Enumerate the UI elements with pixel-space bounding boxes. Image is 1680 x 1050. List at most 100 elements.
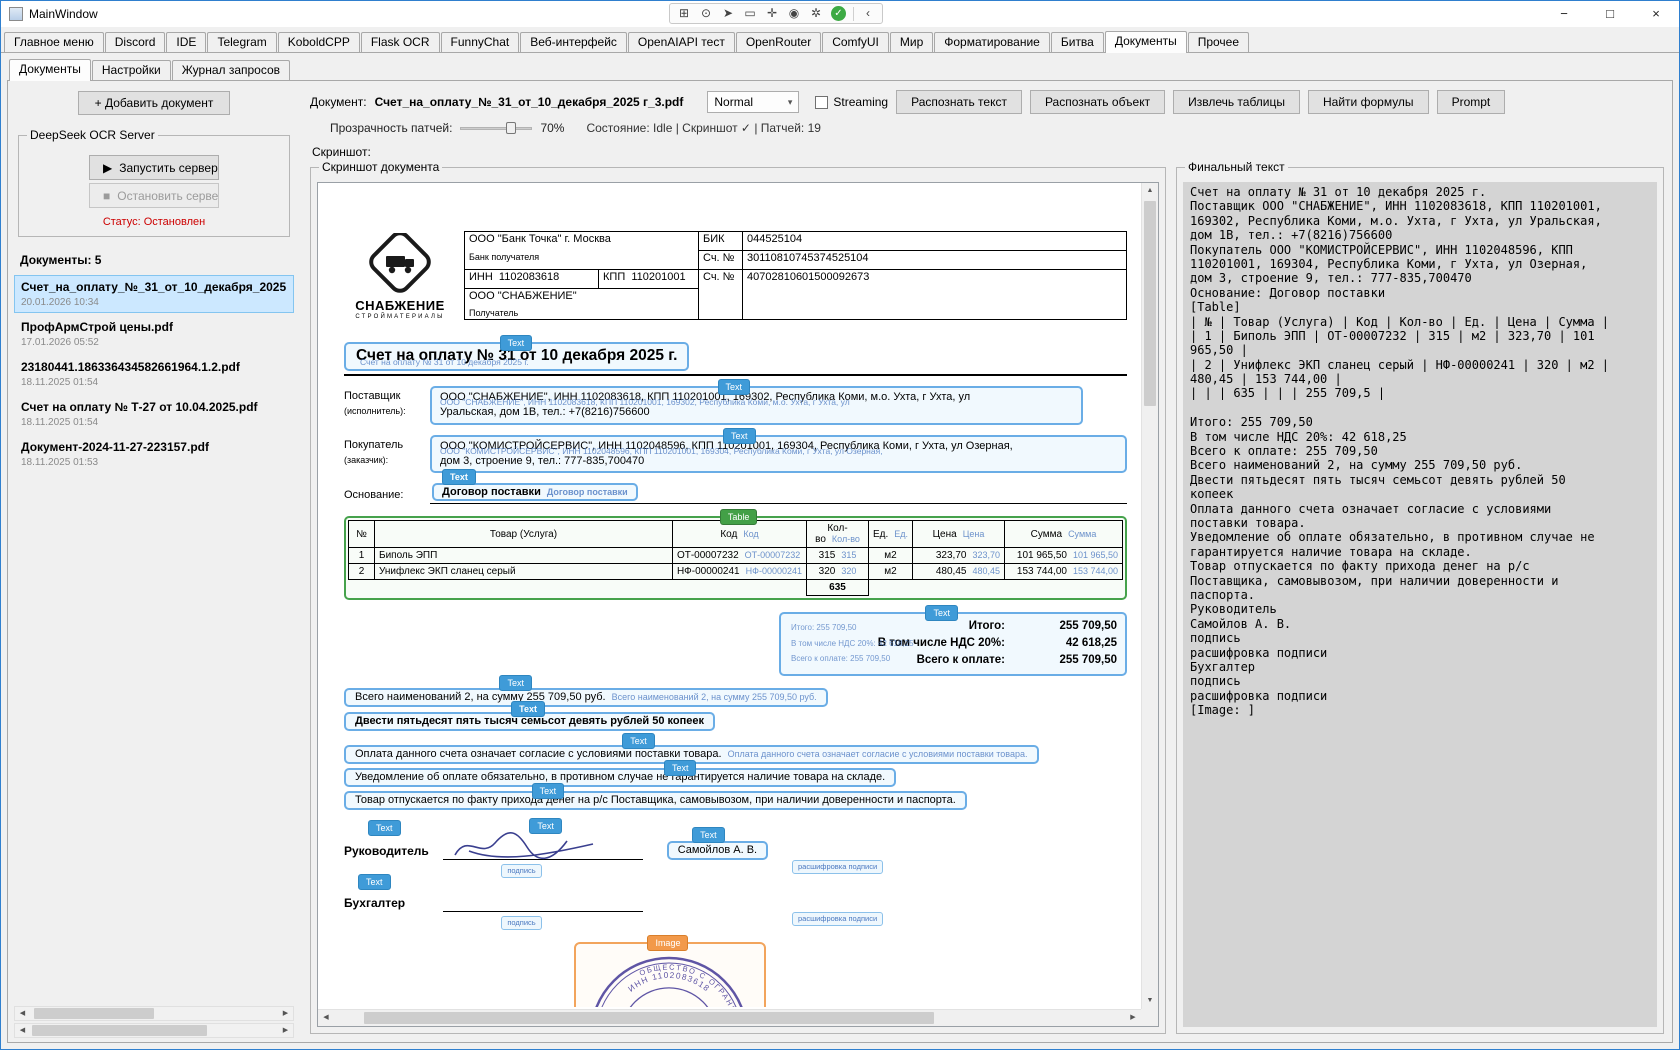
mode-dropdown[interactable]: Normal ▾ (707, 91, 800, 113)
play-icon: ▶ (103, 160, 113, 175)
scrollbar-thumb[interactable] (1144, 201, 1156, 406)
scroll-right-icon[interactable]: ▶ (1125, 1010, 1141, 1026)
opacity-value: 70% (540, 121, 565, 135)
bank-details-block: СНАБЖЕНИЕ СТРОЙМАТЕРИАЛЫ ООО "Банк Точка… (344, 231, 1127, 320)
scroll-right-icon[interactable]: ▶ (278, 1024, 293, 1037)
main-tab-12[interactable]: Форматирование (934, 32, 1050, 52)
document-preview-page: СНАБЖЕНИЕ СТРОЙМАТЕРИАЛЫ ООО "Банк Точка… (322, 185, 1137, 1007)
document-name: ПрофАрмСтрой цены.pdf (21, 320, 173, 334)
screenshot-label: Скриншот: (312, 145, 371, 159)
supplier-label: Поставщик (344, 390, 401, 402)
main-tab-4[interactable]: KoboldCPP (277, 32, 360, 52)
region-select-icon[interactable]: ▭ (740, 4, 760, 23)
minimize-button[interactable]: − (1541, 1, 1587, 27)
stop-server-button[interactable]: ■ Остановить серве (89, 183, 219, 208)
server-group-title: DeepSeek OCR Server (27, 128, 158, 142)
sub-tab-settings[interactable]: Настройки (91, 60, 171, 80)
bik-label-cell: БИК (698, 231, 743, 251)
slider-groove (460, 127, 533, 130)
streaming-checkbox[interactable] (815, 95, 829, 109)
prompt-button[interactable]: Prompt (1436, 90, 1506, 114)
director-name: Text Самойлов А. В. (666, 827, 769, 861)
amount-in-words: Text Двести пятьдесят пять тысяч семьсот… (344, 701, 1127, 732)
bik-value-cell: 044525104 (742, 231, 1127, 251)
conditions-block: Text Оплата данного счета означает согла… (344, 733, 1127, 811)
summary-block: Text Всего наименований 2, на сумму 255 … (344, 675, 1127, 732)
main-tab-13[interactable]: Битва (1050, 32, 1104, 52)
bank-details-table: ООО "Банк Точка" г. Москва БИК 044525104… (464, 231, 1127, 320)
scrollbar-thumb[interactable] (364, 1012, 934, 1024)
ocr-text-badge: Text (368, 820, 401, 837)
kpp-cell: КПП 110201001 (598, 269, 699, 289)
list-horizontal-scrollbar[interactable]: ◀ ▶ (14, 1006, 294, 1021)
camera-icon[interactable]: ⊙ (696, 4, 716, 23)
main-tab-5[interactable]: Flask OCR (360, 32, 440, 52)
ocr-text-badge: Text (717, 379, 751, 395)
accountant-signature-row: Text Бухгалтер подпись расшифровка подпи… (344, 874, 1127, 931)
ocr-text-badge: Text (692, 827, 725, 844)
main-tab-6[interactable]: FunnyChat (440, 32, 520, 52)
main-tab-15[interactable]: Прочее (1187, 32, 1250, 52)
supplier-logo: СНАБЖЕНИЕ СТРОЙМАТЕРИАЛЫ (344, 231, 456, 320)
documents-count: Документы: 5 (20, 253, 102, 267)
preview-horizontal-scrollbar[interactable]: ◀ ▶ (318, 1009, 1141, 1026)
start-server-button[interactable]: ▶ Запустить сервер (89, 155, 219, 180)
main-tab-documents[interactable]: Документы (1104, 31, 1187, 53)
scroll-left-icon[interactable]: ◀ (15, 1007, 30, 1020)
patch-opacity-row: Прозрачность патчей: 70% Состояние: Idle… (310, 117, 1664, 139)
inn-cell: ИНН 1102083618 (464, 269, 599, 289)
scroll-up-icon[interactable]: ▲ (1142, 183, 1158, 199)
list-item[interactable]: 23180441.186336434582661964.1.2.pdf 18.1… (14, 355, 294, 393)
maximize-button[interactable]: □ (1587, 1, 1633, 27)
server-status: Статус: Остановлен (102, 216, 206, 228)
accessibility-icon[interactable]: ✲ (806, 4, 826, 23)
slider-handle[interactable] (506, 122, 517, 134)
sign-caption-chip: подпись (501, 864, 542, 879)
totals-block: Text Итого: 255 709,50 В том числе НДС 2… (779, 605, 1127, 677)
close-button[interactable]: × (1633, 1, 1679, 27)
opacity-slider[interactable] (460, 120, 533, 136)
extract-tables-button[interactable]: Извлечь таблицы (1173, 90, 1301, 114)
documents-page: Документы Настройки Журнал запросов + До… (1, 53, 1679, 1049)
main-tab-11[interactable]: Мир (889, 32, 934, 52)
screen-share-icon[interactable]: ⊞ (674, 4, 694, 23)
panel-horizontal-scrollbar[interactable]: ◀ ▶ (14, 1023, 294, 1038)
scroll-left-icon[interactable]: ◀ (318, 1010, 334, 1026)
scroll-left-icon[interactable]: ◀ (15, 1024, 30, 1037)
sub-tab-documents[interactable]: Документы (9, 59, 91, 81)
scroll-right-icon[interactable]: ▶ (278, 1007, 293, 1020)
main-tab-7[interactable]: Веб-интерфейс (520, 32, 627, 52)
document-date: 17.01.2026 05:52 (21, 337, 99, 348)
list-item[interactable]: Счет_на_оплату_№_31_от_10_декабря_2025 г… (14, 275, 294, 313)
main-tab-9[interactable]: OpenRouter (735, 32, 822, 52)
list-item[interactable]: Документ-2024-11-27-223157.pdf 18.11.202… (14, 435, 294, 473)
scrollbar-thumb[interactable] (32, 1025, 207, 1036)
crosshair-icon[interactable]: ✛ (762, 4, 782, 23)
preview-vertical-scrollbar[interactable]: ▲ ▼ (1141, 183, 1158, 1009)
scrollbar-corner (1141, 1009, 1158, 1026)
recognize-object-button[interactable]: Распознать объект (1029, 90, 1166, 114)
list-item[interactable]: Счет на оплату № Т-27 от 10.04.2025.pdf … (14, 395, 294, 433)
vat-row: В том числе НДС 20%: 42 618,25 (877, 637, 1117, 650)
main-tab-1[interactable]: Discord (104, 32, 166, 52)
main-tab-8[interactable]: OpenAIAPI тест (627, 32, 735, 52)
final-text-output: Счет на оплату № 31 от 10 декабря 2025 г… (1183, 182, 1657, 1027)
sub-tab-log[interactable]: Журнал запросов (171, 60, 291, 80)
document-viewport: СНАБЖЕНИЕ СТРОЙМАТЕРИАЛЫ ООО "Банк Точка… (317, 182, 1159, 1027)
collapse-icon[interactable]: ‹ (858, 4, 878, 23)
list-item[interactable]: ПрофАрмСтрой цены.pdf 17.01.2026 05:52 (14, 315, 294, 353)
invoice-title-block: Text Счет на оплату № 31 от 10 декабря 2… (344, 335, 1127, 371)
condition-line: Text Оплата данного счета означает согла… (344, 733, 1127, 765)
cursor-select-icon[interactable]: ➤ (718, 4, 738, 23)
confirm-icon[interactable]: ✓ (831, 6, 846, 21)
main-tab-3[interactable]: Telegram (207, 32, 277, 52)
scroll-down-icon[interactable]: ▼ (1142, 993, 1158, 1009)
find-formulas-button[interactable]: Найти формулы (1308, 90, 1429, 114)
main-tab-2[interactable]: IDE (166, 32, 207, 52)
scrollbar-thumb[interactable] (34, 1008, 154, 1019)
main-tab-10[interactable]: ComfyUI (822, 32, 889, 52)
add-document-button[interactable]: + Добавить документ (78, 91, 230, 115)
record-icon[interactable]: ◉ (784, 4, 804, 23)
main-tab-0[interactable]: Главное меню (4, 32, 104, 52)
recognize-text-button[interactable]: Распознать текст (896, 90, 1022, 114)
